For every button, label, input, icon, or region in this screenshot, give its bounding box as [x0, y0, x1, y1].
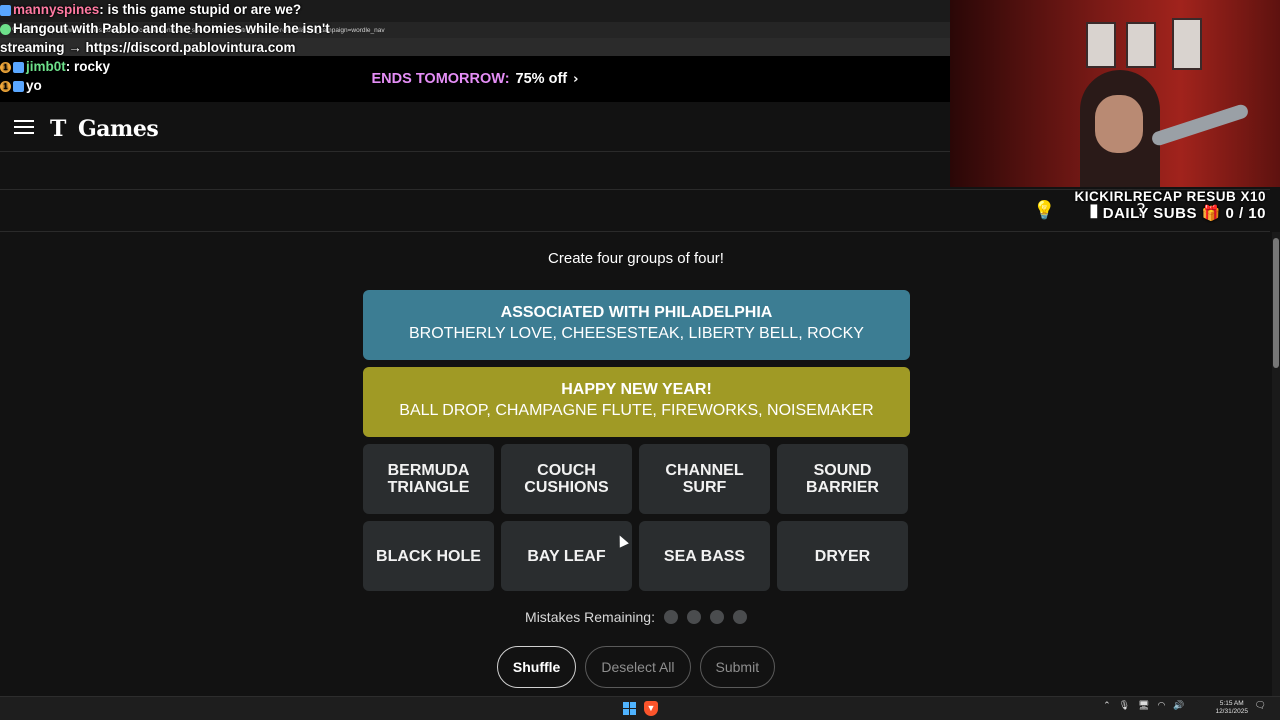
mistake-dot	[663, 610, 678, 624]
chat-message: 1 yo	[0, 76, 330, 95]
windows-start-icon[interactable]	[623, 702, 636, 715]
word-tile[interactable]: SEA BASS	[639, 521, 770, 591]
group-title: ASSOCIATED WITH PHILADELPHIA	[500, 304, 773, 321]
network-icon[interactable]: 🖥	[1138, 701, 1149, 711]
sub-badge-icon	[13, 61, 24, 73]
stream-chat-overlay: mannyspines: is this game stupid or are …	[0, 0, 330, 95]
nyt-logo-icon[interactable]: T	[50, 116, 66, 142]
chevron-up-icon[interactable]: ⌃	[1103, 701, 1111, 711]
chat-message: 1 jimb0t: rocky	[0, 57, 330, 76]
wall-frame	[1126, 22, 1156, 68]
chat-text: : is this game stupid or are we?	[99, 2, 302, 17]
windows-taskbar: ▼ ⌃ 🎙 🖥 ◠ 🔊 🗨 5:15 AM 12/31/2025	[0, 696, 1280, 720]
chat-message: Hangout with Pablo and the homies while …	[0, 19, 330, 57]
site-header: T Games	[0, 102, 950, 152]
mistakes-label: Mistakes Remaining:	[525, 609, 655, 625]
page-scrollbar[interactable]	[1272, 232, 1280, 696]
bot-badge-icon	[0, 23, 11, 35]
word-tile[interactable]: CHANNEL SURF	[639, 444, 770, 514]
mistakes-remaining: Mistakes Remaining:	[0, 609, 1272, 625]
chat-text: : rocky	[65, 59, 111, 74]
word-tile[interactable]: SOUND BARRIER	[777, 444, 908, 514]
chat-text: yo	[26, 78, 42, 93]
solved-group: ASSOCIATED WITH PHILADELPHIA BROTHERLY L…	[363, 290, 910, 360]
game-instructions: Create four groups of four!	[548, 250, 724, 267]
sub-goal-overlay: KICKIRLRECAP RESUB X10 DAILY SUBS 🎁 0 / …	[1074, 189, 1266, 222]
chat-username: jimb0t	[26, 59, 66, 74]
mic-icon[interactable]: 🎙	[1119, 701, 1130, 711]
resub-text: KICKIRLRECAP RESUB X10	[1074, 189, 1266, 204]
word-grid: BERMUDA TRIANGLE COUCH CUSHIONS CHANNEL …	[363, 444, 910, 591]
sub-badge-icon	[13, 80, 24, 92]
promo-discount: 75% off	[515, 71, 568, 87]
notification-icon[interactable]: 🗨	[1255, 701, 1266, 711]
mistake-dot	[732, 610, 747, 624]
submit-button[interactable]: Submit	[699, 646, 776, 688]
solved-group: HAPPY NEW YEAR! BALL DROP, CHAMPAGNE FLU…	[363, 367, 910, 437]
chat-username: mannyspines	[13, 2, 100, 17]
word-tile[interactable]: DRYER	[777, 521, 908, 591]
shuffle-button[interactable]: Shuffle	[496, 646, 577, 688]
chat-text: Hangout with Pablo and the homies while …	[0, 21, 330, 55]
word-tile[interactable]: BERMUDA TRIANGLE	[363, 444, 494, 514]
games-logo[interactable]: Games	[78, 116, 159, 142]
sub-badge-icon	[0, 4, 11, 16]
promo-ends-label: ENDS TOMORROW:	[371, 71, 510, 87]
group-words: BROTHERLY LOVE, CHEESESTEAK, LIBERTY BEL…	[409, 325, 864, 342]
webcam-overlay	[950, 0, 1280, 187]
mistake-dot	[709, 610, 724, 624]
group-title: HAPPY NEW YEAR!	[561, 381, 712, 398]
tier-badge-icon: 1	[0, 80, 11, 92]
clock-date: 12/31/2025	[1215, 708, 1248, 715]
taskbar-clock[interactable]: 5:15 AM 12/31/2025	[1215, 700, 1248, 716]
daily-subs-text: DAILY SUBS 🎁 0 / 10	[1102, 205, 1266, 222]
wall-frame	[1172, 18, 1202, 70]
wifi-icon[interactable]: ◠	[1157, 701, 1165, 711]
tier-badge-icon: 1	[0, 61, 11, 73]
streamer-face	[1095, 95, 1143, 153]
chat-message: mannyspines: is this game stupid or are …	[0, 0, 330, 19]
scrollbar-thumb[interactable]	[1273, 238, 1279, 368]
clock-time: 5:15 AM	[1219, 700, 1244, 707]
game-controls: Shuffle Deselect All Submit	[0, 646, 1272, 688]
volume-icon[interactable]: 🔊	[1173, 701, 1184, 711]
mistake-dot	[686, 610, 701, 624]
brave-browser-icon[interactable]: ▼	[644, 701, 658, 716]
deselect-all-button[interactable]: Deselect All	[585, 646, 691, 688]
lightbulb-icon[interactable]: 💡	[1033, 200, 1055, 222]
group-words: BALL DROP, CHAMPAGNE FLUTE, FIREWORKS, N…	[399, 402, 874, 419]
word-tile[interactable]: BAY LEAF	[501, 521, 632, 591]
wall-frame	[1086, 22, 1116, 68]
word-tile[interactable]: BLACK HOLE	[363, 521, 494, 591]
word-tile[interactable]: COUCH CUSHIONS	[501, 444, 632, 514]
chevron-right-icon: ›	[573, 71, 579, 87]
hamburger-menu-icon[interactable]	[14, 120, 34, 134]
